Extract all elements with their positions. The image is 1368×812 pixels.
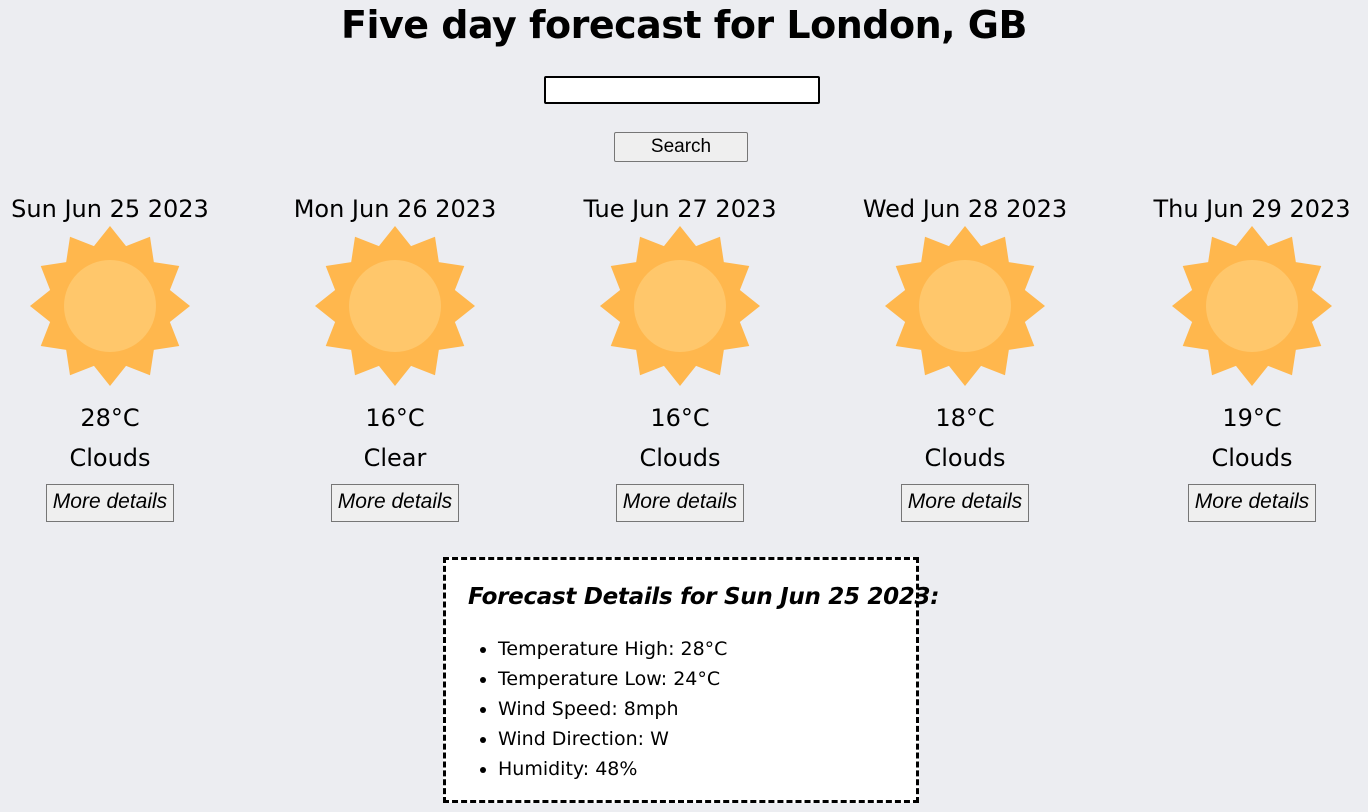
- search-button[interactable]: Search: [614, 132, 748, 162]
- details-title: Forecast Details for Sun Jun 25 2023:: [468, 584, 940, 610]
- more-details-button[interactable]: More details: [330, 484, 460, 522]
- more-details-button[interactable]: More details: [615, 484, 745, 522]
- detail-temperature-low: Temperature Low: 24°C: [498, 664, 727, 694]
- forecast-day-card: Wed Jun 28 2023 18°C Clouds More details: [835, 192, 1095, 522]
- forecast-condition: Clouds: [69, 444, 151, 472]
- detail-humidity: Humidity: 48%: [498, 754, 727, 784]
- forecast-day-card: Sun Jun 25 2023 28°C Clouds More details: [0, 192, 240, 522]
- more-details-button[interactable]: More details: [900, 484, 1030, 522]
- forecast-condition: Clear: [363, 444, 427, 472]
- sun-icon: [30, 226, 190, 386]
- detail-temperature-high: Temperature High: 28°C: [498, 634, 727, 664]
- forecast-day-card: Tue Jun 27 2023 16°C Clouds More details: [550, 192, 810, 522]
- forecast-day-card: Thu Jun 29 2023 19°C Clouds More details: [1122, 192, 1368, 522]
- sun-icon: [885, 226, 1045, 386]
- more-details-button[interactable]: More details: [45, 484, 175, 522]
- forecast-condition: Clouds: [1211, 444, 1293, 472]
- page-title: Five day forecast for London, GB: [341, 3, 1027, 47]
- details-list: Temperature High: 28°C Temperature Low: …: [468, 634, 727, 784]
- more-details-button[interactable]: More details: [1187, 484, 1317, 522]
- forecast-condition: Clouds: [924, 444, 1006, 472]
- sun-icon: [1172, 226, 1332, 386]
- forecast-temperature: 19°C: [1222, 404, 1282, 432]
- detail-wind-speed: Wind Speed: 8mph: [498, 694, 727, 724]
- sun-icon: [600, 226, 760, 386]
- forecast-day-card: Mon Jun 26 2023 16°C Clear More details: [265, 192, 525, 522]
- forecast-condition: Clouds: [639, 444, 721, 472]
- forecast-temperature: 16°C: [365, 404, 425, 432]
- forecast-temperature: 16°C: [650, 404, 710, 432]
- forecast-temperature: 18°C: [935, 404, 995, 432]
- forecast-temperature: 28°C: [80, 404, 140, 432]
- search-input[interactable]: [544, 76, 820, 104]
- forecast-date: Thu Jun 29 2023: [1153, 195, 1351, 223]
- forecast-date: Mon Jun 26 2023: [293, 195, 497, 223]
- forecast-date: Sun Jun 25 2023: [11, 195, 209, 223]
- forecast-date: Tue Jun 27 2023: [583, 195, 777, 223]
- detail-wind-direction: Wind Direction: W: [498, 724, 727, 754]
- weather-page: Five day forecast for London, GB Search …: [0, 0, 1368, 812]
- forecast-date: Wed Jun 28 2023: [862, 195, 1068, 223]
- sun-icon: [315, 226, 475, 386]
- forecast-details-panel: Forecast Details for Sun Jun 25 2023: Te…: [443, 557, 939, 803]
